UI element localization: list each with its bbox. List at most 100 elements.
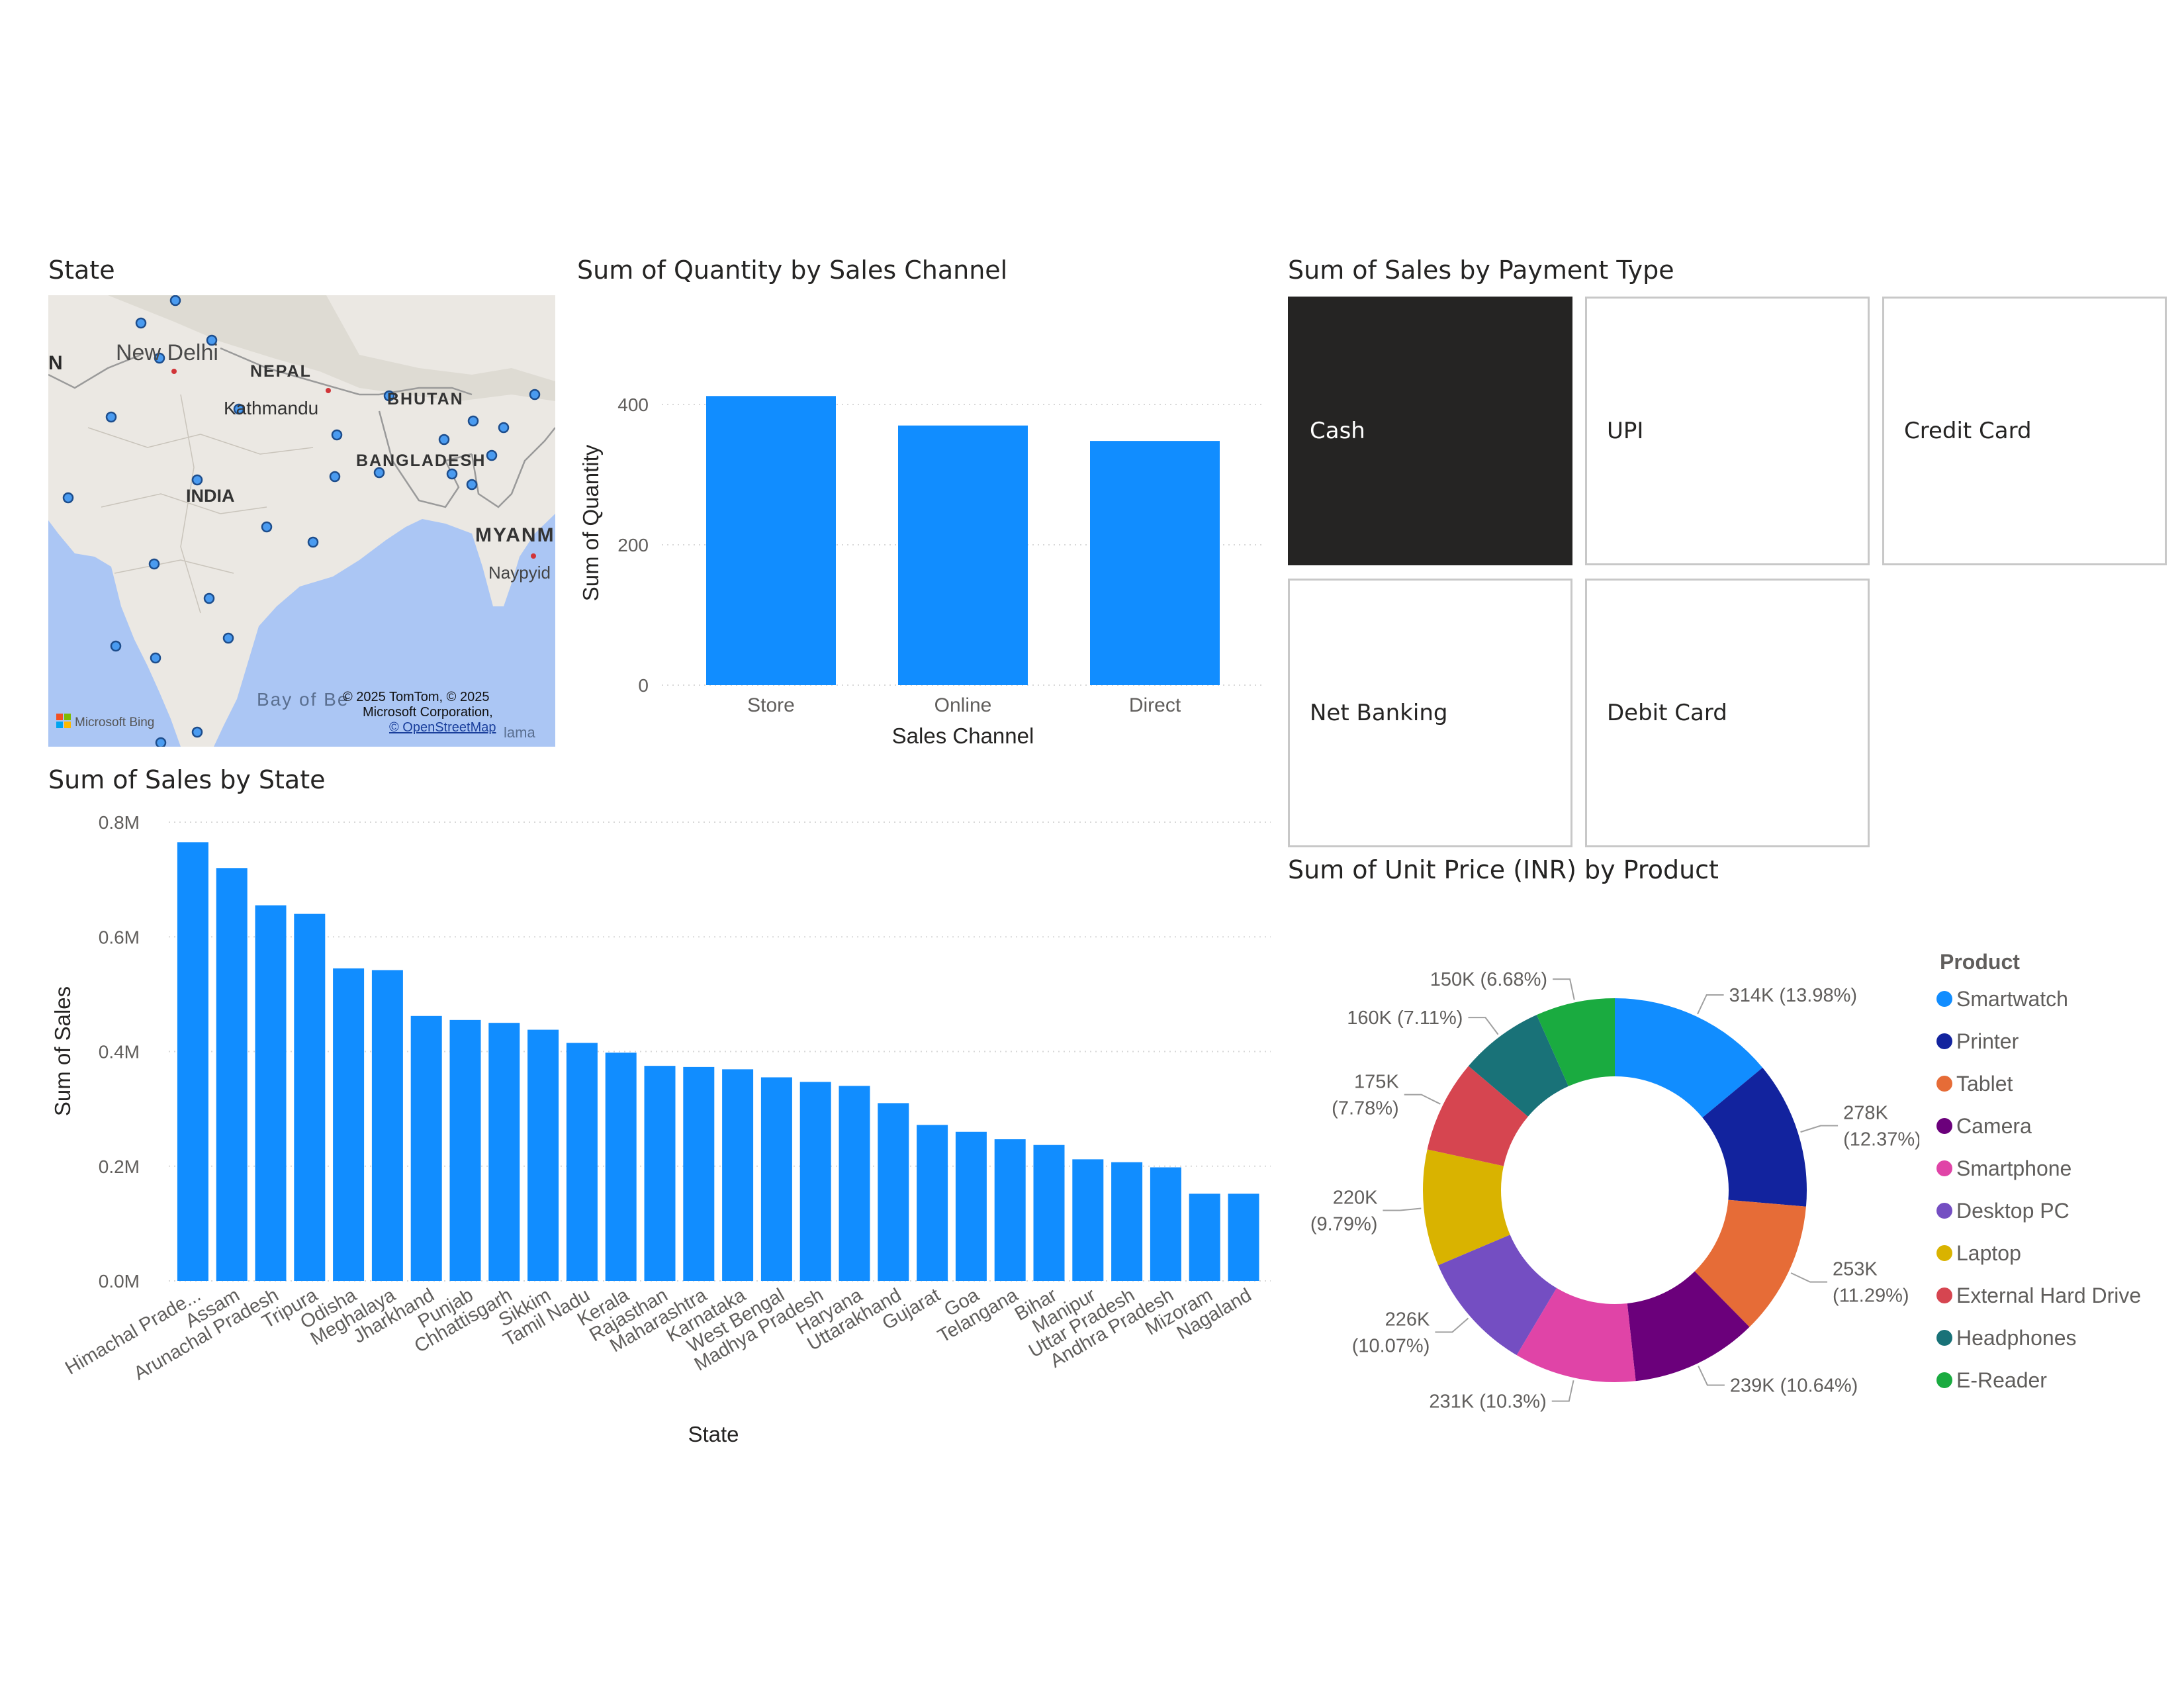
map-label-india: INDIA — [186, 486, 235, 506]
y-tick-label: 0.6M — [99, 927, 140, 947]
map-copyright-link[interactable]: © OpenStreetMap — [389, 720, 496, 735]
y-tick-label: 0.0M — [99, 1271, 140, 1291]
bar[interactable] — [1033, 1145, 1065, 1281]
donut-data-label: 253K — [1833, 1259, 1878, 1280]
x-axis-title: State — [688, 1422, 739, 1446]
donut-data-label: (11.29%) — [1833, 1286, 1909, 1307]
map-label-bottom: lama — [504, 724, 535, 741]
bar[interactable] — [294, 914, 326, 1281]
bar[interactable] — [994, 1139, 1026, 1281]
bar[interactable] — [1189, 1194, 1220, 1281]
bar[interactable] — [760, 1077, 792, 1281]
payment-tile-label: Net Banking — [1310, 700, 1448, 726]
legend-label: Camera — [1956, 1113, 2032, 1138]
bar[interactable] — [1072, 1159, 1104, 1281]
bar[interactable] — [1228, 1194, 1259, 1281]
payment-tile-upi[interactable]: UPI — [1585, 297, 1870, 565]
legend-label: Smartwatch — [1956, 986, 2068, 1011]
legend-item[interactable]: Desktop PC — [1936, 1197, 2070, 1224]
bar[interactable] — [1150, 1167, 1181, 1281]
bar[interactable] — [722, 1069, 754, 1281]
bar[interactable] — [839, 1086, 870, 1281]
map-label-naypyidaw: Naypyid — [488, 563, 551, 583]
map-label-bhutan: BHUTAN — [387, 390, 464, 408]
legend-item[interactable]: E-Reader — [1936, 1367, 2047, 1393]
donut-data-label: (7.78%) — [1332, 1098, 1399, 1119]
map-capital-dot — [531, 553, 536, 559]
legend-swatch — [1936, 1245, 1952, 1261]
payment-tile-cash[interactable]: Cash — [1288, 297, 1572, 565]
x-tick-label: Direct — [1129, 694, 1181, 716]
bar[interactable] — [333, 968, 365, 1281]
bar[interactable] — [488, 1023, 520, 1281]
bar[interactable] — [683, 1066, 715, 1281]
legend-item[interactable]: Printer — [1936, 1028, 2019, 1055]
bar[interactable] — [878, 1103, 909, 1281]
legend-swatch — [1936, 1076, 1952, 1092]
legend-label: Printer — [1956, 1029, 2019, 1053]
payment-tile-debit-card[interactable]: Debit Card — [1585, 579, 1870, 847]
map-capital-dot — [326, 388, 331, 393]
leader-line — [1404, 1094, 1441, 1105]
payment-tile-label: Credit Card — [1904, 418, 2032, 444]
bar[interactable] — [1111, 1162, 1143, 1281]
bar[interactable] — [566, 1043, 598, 1281]
bar[interactable] — [410, 1015, 442, 1281]
donut-data-label: 160K (7.11%) — [1347, 1008, 1463, 1029]
payment-tile-net-banking[interactable]: Net Banking — [1288, 579, 1572, 847]
map-capital-dot — [171, 369, 177, 374]
payment-tile-label: Cash — [1310, 418, 1365, 444]
map-label-kathmandu: Kathmandu — [224, 398, 318, 418]
legend-item[interactable]: Smartphone — [1936, 1155, 2071, 1182]
bar[interactable] — [1090, 441, 1220, 685]
legend-item[interactable]: Camera — [1936, 1113, 2032, 1139]
quantity-chart[interactable]: 0 200 400 Store Online Direct Sales Channel Sum… — [563, 351, 1277, 761]
legend-item[interactable]: Tablet — [1936, 1070, 2013, 1097]
bar[interactable] — [449, 1019, 481, 1281]
product-donut-chart[interactable]: 314K (13.98%) 278K (12.37%) 253K (11.29%) 239… — [1297, 927, 1919, 1430]
legend-swatch — [1936, 1288, 1952, 1303]
state-map[interactable]: N New Delhi NEPAL Kathmandu BHUTAN BANGL… — [48, 295, 555, 747]
map-copyright-line1: © 2025 TomTom, © 2025 — [343, 690, 489, 704]
donut-data-label: (10.07%) — [1352, 1335, 1430, 1356]
bar[interactable] — [644, 1066, 676, 1281]
bar[interactable] — [917, 1125, 948, 1281]
bar[interactable] — [371, 970, 403, 1281]
legend-item[interactable]: Laptop — [1936, 1240, 2021, 1266]
donut-data-label: 314K (13.98%) — [1729, 985, 1857, 1006]
legend-item[interactable]: Smartwatch — [1936, 986, 2068, 1012]
map-bing-label: Microsoft Bing — [75, 716, 154, 729]
map-label-nepal: NEPAL — [250, 362, 312, 381]
legend-item[interactable]: Headphones — [1936, 1325, 2076, 1351]
payment-tile-credit-card[interactable]: Credit Card — [1882, 297, 2167, 565]
y-tick-label: 0 — [638, 675, 649, 696]
bar[interactable] — [955, 1131, 987, 1281]
product-chart-title: Sum of Unit Price (INR) by Product — [1288, 855, 1719, 884]
donut-data-label: (9.79%) — [1310, 1214, 1378, 1235]
y-tick-label: 0.8M — [99, 812, 140, 833]
leader-line — [1468, 1017, 1499, 1035]
legend-label: Headphones — [1956, 1325, 2077, 1350]
y-tick-label: 0.4M — [99, 1042, 140, 1062]
legend-swatch — [1936, 1372, 1952, 1388]
leader-line — [1551, 1380, 1574, 1402]
y-axis-title: Sum of Quantity — [578, 444, 603, 601]
leader-line — [1383, 1207, 1422, 1211]
bar[interactable] — [898, 425, 1028, 685]
legend-label: E-Reader — [1956, 1368, 2047, 1392]
bar[interactable] — [799, 1082, 831, 1281]
x-tick-label: Online — [934, 694, 992, 716]
bar[interactable] — [527, 1029, 559, 1281]
donut-data-label: 150K (6.68%) — [1430, 969, 1547, 990]
state-sales-chart[interactable]: 0.0M0.2M0.4M0.6M0.8MHimachal Prade...Ass… — [40, 801, 1284, 1456]
x-tick-label: Store — [747, 694, 795, 716]
legend-item[interactable]: External Hard Drive — [1936, 1282, 2141, 1309]
bar[interactable] — [706, 396, 836, 685]
legend-swatch — [1936, 1160, 1952, 1176]
bar[interactable] — [605, 1053, 637, 1281]
map-copyright-line2[interactable]: Microsoft Corporation, — [363, 705, 493, 720]
bar[interactable] — [216, 868, 248, 1281]
bar[interactable] — [255, 905, 287, 1281]
bar[interactable] — [177, 842, 208, 1281]
map-title: State — [48, 256, 115, 285]
